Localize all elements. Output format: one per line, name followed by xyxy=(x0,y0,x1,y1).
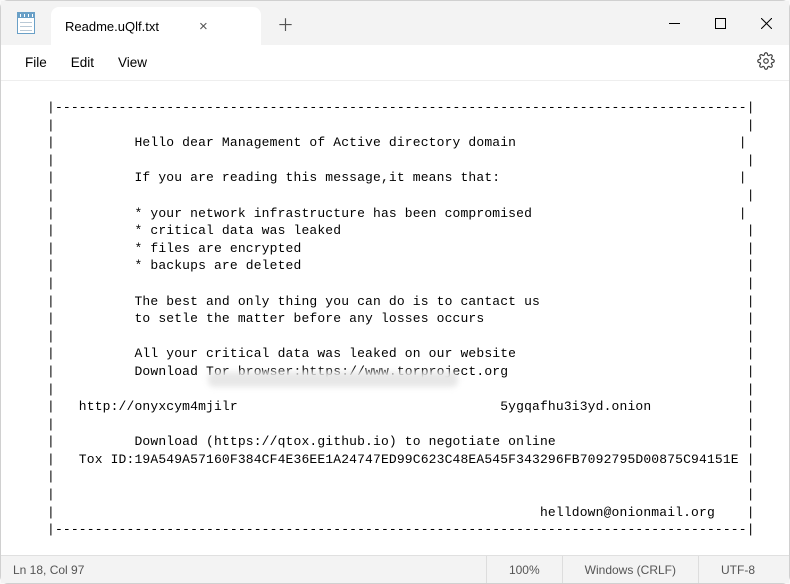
status-cursor: Ln 18, Col 97 xyxy=(13,556,106,583)
notepad-icon xyxy=(17,12,35,34)
close-icon xyxy=(761,18,772,29)
app-icon-area xyxy=(1,1,51,45)
titlebar: Readme.uQlf.txt × ＋ xyxy=(1,1,789,45)
maximize-icon xyxy=(715,18,726,29)
maximize-button[interactable] xyxy=(697,1,743,45)
status-line-ending[interactable]: Windows (CRLF) xyxy=(562,556,698,583)
gear-icon xyxy=(757,52,775,70)
document-body[interactable]: |---------------------------------------… xyxy=(1,81,789,539)
close-window-button[interactable] xyxy=(743,1,789,45)
close-tab-icon[interactable]: × xyxy=(199,18,208,35)
redacted-region xyxy=(208,372,458,387)
minimize-icon xyxy=(669,18,680,29)
plus-icon: ＋ xyxy=(277,11,294,36)
status-zoom[interactable]: 100% xyxy=(486,556,562,583)
statusbar: Ln 18, Col 97 100% Windows (CRLF) UTF-8 xyxy=(1,555,789,583)
tab-title: Readme.uQlf.txt xyxy=(65,19,159,34)
minimize-button[interactable] xyxy=(651,1,697,45)
menu-view[interactable]: View xyxy=(106,49,159,76)
status-encoding[interactable]: UTF-8 xyxy=(698,556,777,583)
window-controls xyxy=(651,1,789,45)
settings-button[interactable] xyxy=(753,48,779,77)
editor-area[interactable]: |---------------------------------------… xyxy=(1,81,789,555)
menubar: File Edit View xyxy=(1,45,789,81)
menu-edit[interactable]: Edit xyxy=(59,49,106,76)
new-tab-button[interactable]: ＋ xyxy=(261,1,310,45)
tab-active[interactable]: Readme.uQlf.txt × xyxy=(51,7,261,45)
menu-file[interactable]: File xyxy=(13,49,59,76)
